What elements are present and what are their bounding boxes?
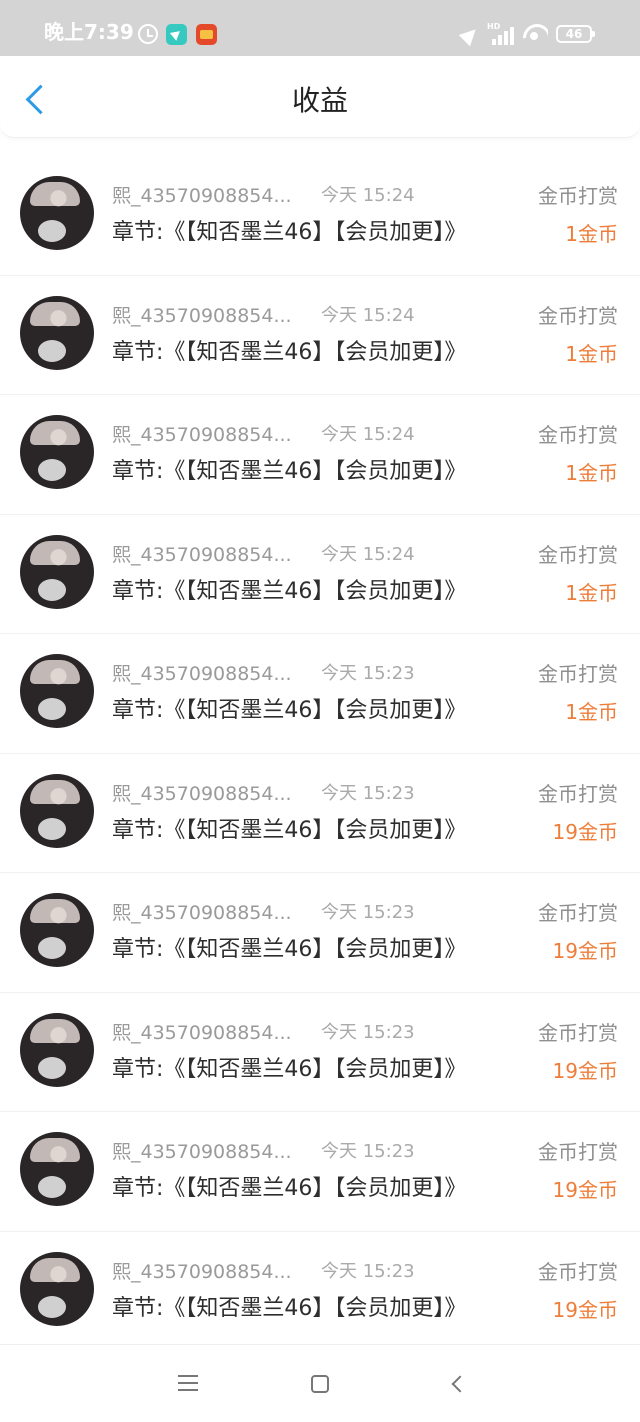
reward-type: 金币打赏 — [538, 1020, 618, 1045]
wifi-icon — [522, 22, 548, 44]
avatar — [20, 654, 94, 728]
menu-icon[interactable] — [178, 1375, 198, 1393]
avatar — [20, 415, 94, 489]
record-time: 今天 15:24 — [321, 543, 415, 565]
chapter-title: 章节:《【知否墨兰46】【会员加更】》 — [112, 937, 467, 962]
list-item[interactable]: 熙_43570908854... 今天 15:23 章节:《【知否墨兰46】【会员加… — [0, 873, 640, 993]
reward-amount: 1金币 — [565, 222, 618, 246]
reward-type: 金币打赏 — [538, 781, 618, 806]
page-title: 收益 — [291, 84, 348, 117]
chapter-title: 章节:《【知否墨兰46】【会员加更】》 — [112, 698, 467, 723]
list-item[interactable]: 熙_43570908854... 今天 15:23 章节:《【知否墨兰46】【会员加… — [0, 754, 640, 873]
chapter-title: 章节:《【知否墨兰46】【会员加更】》 — [112, 1295, 467, 1321]
reward-type: 金币打赏 — [538, 901, 618, 925]
nav-bar: 收益 — [0, 56, 640, 138]
alarm-icon — [138, 24, 158, 44]
reward-amount: 19金币 — [552, 819, 618, 844]
avatar — [20, 1251, 94, 1326]
sender-name: 熙_43570908854... — [112, 304, 292, 327]
avatar — [20, 773, 94, 848]
status-time: 晚上7:39 — [44, 20, 134, 44]
list-item[interactable]: 熙_43570908854... 今天 15:24 章节:《【知否墨兰46】【会员加… — [0, 395, 640, 515]
reward-type: 金币打赏 — [538, 662, 618, 686]
reward-amount: 1金币 — [565, 700, 618, 724]
record-time: 今天 15:23 — [321, 663, 415, 684]
chapter-title: 章节:《【知否墨兰46】【会员加更】》 — [112, 817, 467, 843]
chapter-title: 章节:《【知否墨兰46】【会员加更】》 — [112, 1176, 467, 1201]
reward-type: 金币打赏 — [538, 542, 618, 567]
record-time: 今天 15:23 — [321, 782, 415, 804]
sender-name: 熙_43570908854... — [112, 424, 292, 446]
record-time: 今天 15:24 — [321, 185, 415, 206]
avatar — [20, 534, 94, 609]
record-time: 今天 15:24 — [321, 424, 415, 445]
back-icon[interactable] — [448, 1375, 466, 1393]
list-item[interactable]: 熙_43570908854... 今天 15:23 章节:《【知否墨兰46】【会员加… — [0, 1112, 640, 1232]
reward-type: 金币打赏 — [538, 303, 618, 328]
avatar — [20, 176, 94, 250]
income-list[interactable]: 熙_43570908854... 今天 15:24 章节:《【知否墨兰46】【会员加… — [0, 138, 640, 1344]
reward-amount: 19金币 — [552, 1178, 618, 1202]
reward-amount: 1金币 — [565, 341, 618, 366]
sender-name: 熙_43570908854... — [112, 782, 292, 805]
avatar — [20, 1132, 94, 1206]
record-time: 今天 15:23 — [321, 902, 415, 923]
sender-name: 熙_43570908854... — [112, 185, 292, 207]
reward-amount: 19金币 — [552, 1058, 618, 1083]
avatar — [20, 295, 94, 370]
reward-type: 金币打赏 — [538, 1140, 618, 1164]
sender-name: 熙_43570908854... — [112, 1260, 292, 1283]
reward-amount: 19金币 — [552, 1297, 618, 1322]
reward-amount: 1金币 — [565, 580, 618, 605]
home-icon[interactable] — [311, 1375, 329, 1393]
avatar — [20, 1012, 94, 1087]
chapter-title: 章节:《【知否墨兰46】【会员加更】》 — [112, 459, 467, 484]
sender-name: 熙_43570908854... — [112, 1141, 292, 1163]
location-icon — [458, 23, 482, 47]
chapter-title: 章节:《【知否墨兰46】【会员加更】》 — [112, 578, 467, 604]
system-nav-bar — [0, 1344, 640, 1422]
list-item[interactable]: 熙_43570908854... 今天 15:23 章节:《【知否墨兰46】【会员加… — [0, 634, 640, 754]
app-icon-navigation — [166, 24, 187, 45]
reward-type: 金币打赏 — [538, 423, 618, 447]
chapter-title: 章节:《【知否墨兰46】【会员加更】》 — [112, 339, 467, 365]
record-time: 今天 15:23 — [321, 1141, 415, 1162]
reward-type: 金币打赏 — [538, 184, 618, 208]
reward-type: 金币打赏 — [538, 1259, 618, 1284]
chapter-title: 章节:《【知否墨兰46】【会员加更】》 — [112, 220, 467, 245]
list-item[interactable]: 熙_43570908854... 今天 15:24 章节:《【知否墨兰46】【会员加… — [0, 156, 640, 276]
app-icon-novel — [196, 24, 217, 45]
list-item[interactable]: 熙_43570908854... 今天 15:23 章节:《【知否墨兰46】【会员加… — [0, 1232, 640, 1345]
reward-amount: 1金币 — [565, 461, 618, 485]
sender-name: 熙_43570908854... — [112, 1021, 292, 1044]
battery-icon: 46 — [556, 25, 595, 43]
list-item[interactable]: 熙_43570908854... 今天 15:23 章节:《【知否墨兰46】【会员加… — [0, 993, 640, 1112]
list-item[interactable]: 熙_43570908854... 今天 15:24 章节:《【知否墨兰46】【会员加… — [0, 515, 640, 634]
sender-name: 熙_43570908854... — [112, 663, 292, 685]
record-time: 今天 15:24 — [321, 304, 415, 326]
sender-name: 熙_43570908854... — [112, 902, 292, 924]
list-item[interactable]: 熙_43570908854... 今天 15:24 章节:《【知否墨兰46】【会员加… — [0, 276, 640, 395]
chapter-title: 章节:《【知否墨兰46】【会员加更】》 — [112, 1056, 467, 1082]
status-bar: 晚上7:39 HD 46 — [0, 0, 640, 56]
record-time: 今天 15:23 — [321, 1021, 415, 1043]
avatar — [20, 893, 94, 967]
sender-name: 熙_43570908854... — [112, 543, 292, 566]
signal-icon — [488, 25, 514, 45]
record-time: 今天 15:23 — [321, 1260, 415, 1282]
reward-amount: 19金币 — [552, 939, 618, 963]
